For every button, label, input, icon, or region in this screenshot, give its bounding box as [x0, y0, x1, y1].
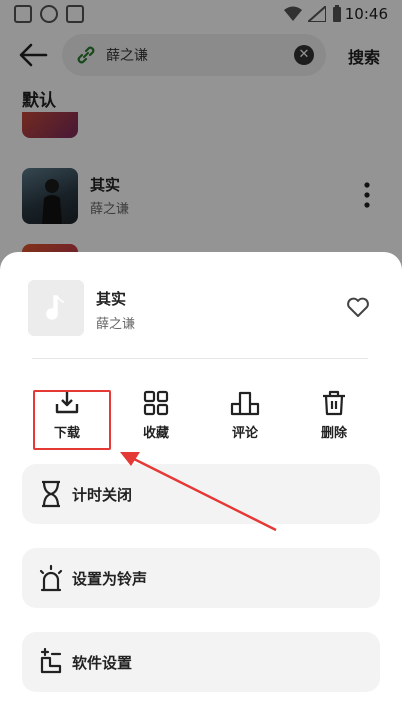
divider — [32, 358, 368, 359]
delete-button[interactable]: 删除 — [299, 390, 369, 452]
comment-button[interactable]: 评论 — [210, 390, 280, 452]
alarm-icon — [39, 564, 63, 592]
comment-label: 评论 — [231, 426, 258, 441]
sleep-timer-label: 计时关闭 — [72, 486, 133, 504]
music-note-icon — [46, 295, 65, 320]
heart-icon[interactable] — [346, 296, 370, 318]
collect-label: 收藏 — [142, 426, 169, 441]
trash-icon — [323, 390, 345, 416]
sheet-song-title: 其实 — [96, 290, 127, 308]
hourglass-icon — [42, 480, 60, 508]
song-thumbnail — [28, 280, 84, 336]
app-settings-label: 软件设置 — [72, 654, 133, 672]
download-highlight-box — [33, 390, 111, 450]
sleep-timer-button[interactable]: 计时关闭 — [22, 464, 380, 524]
collect-button[interactable]: 收藏 — [121, 390, 191, 452]
song-options-sheet: 其实 薛之谦 下载 收藏 评论 删除 计时关闭 设置为铃声 软件设置 — [0, 252, 402, 714]
sheet-song-artist: 薛之谦 — [96, 317, 136, 332]
podium-icon — [230, 391, 260, 416]
settings-icon — [40, 648, 62, 674]
delete-label: 删除 — [320, 426, 347, 441]
app-settings-button[interactable]: 软件设置 — [22, 632, 380, 692]
set-ringtone-button[interactable]: 设置为铃声 — [22, 548, 380, 608]
grid-icon — [143, 390, 169, 416]
set-ringtone-label: 设置为铃声 — [72, 570, 148, 588]
